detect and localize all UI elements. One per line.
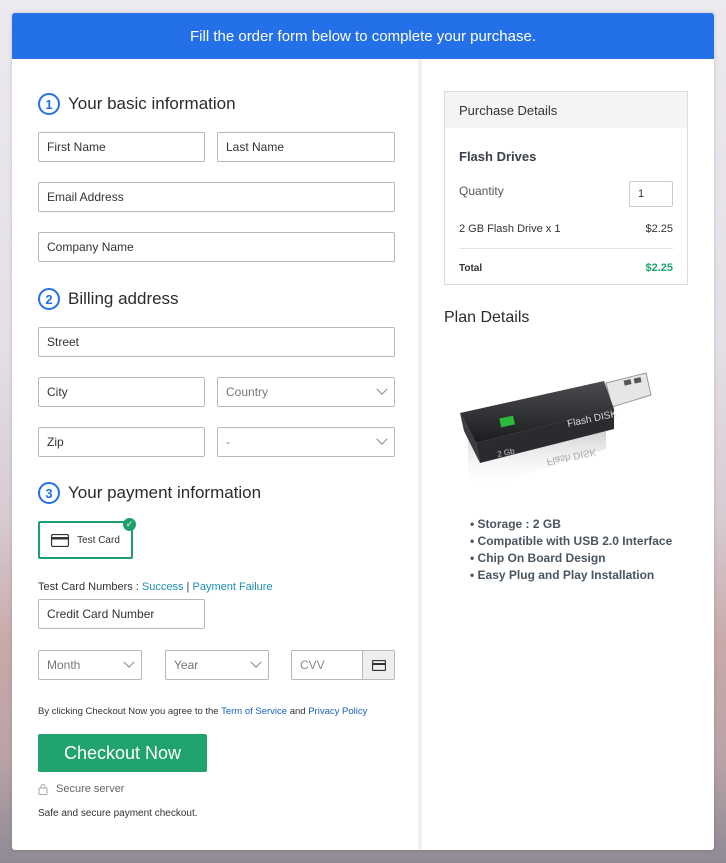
state-select-value: - <box>226 435 230 449</box>
line-item-label: 2 GB Flash Drive x 1 <box>459 223 561 235</box>
feature-item: Compatible with USB 2.0 Interface <box>470 534 673 551</box>
credit-card-icon <box>371 659 386 671</box>
purchase-details-header: Purchase Details <box>445 92 687 128</box>
month-select-value: Month <box>47 658 81 672</box>
last-name-input[interactable]: Last Name <box>217 132 395 162</box>
step-number: 1 <box>38 93 60 115</box>
year-select-value: Year <box>174 658 199 672</box>
checkout-button[interactable]: Checkout Now <box>38 734 207 772</box>
country-select[interactable]: Country <box>217 377 395 407</box>
terms-text: By clicking Checkout Now you agree to th… <box>38 706 367 717</box>
plan-details-title: Plan Details <box>444 309 530 326</box>
step-number: 2 <box>38 288 60 310</box>
chevron-down-icon <box>376 383 388 395</box>
secure-server: Secure server <box>38 783 124 795</box>
secure-note: Safe and secure payment checkout. <box>38 808 198 819</box>
first-name-input[interactable]: First Name <box>38 132 205 162</box>
cvv-input[interactable]: CVV <box>291 650 395 680</box>
payment-failure-link[interactable]: Payment Failure <box>192 581 272 593</box>
chevron-down-icon <box>376 433 388 445</box>
chevron-down-icon <box>123 656 135 668</box>
terms-prefix: By clicking Checkout Now you agree to th… <box>38 706 222 717</box>
chevron-down-icon <box>250 656 262 668</box>
summary-panel: Purchase Details Flash Drives Quantity 1… <box>426 59 714 850</box>
section-payment: 3 Your payment information <box>38 482 261 504</box>
section-billing: 2 Billing address <box>38 288 179 310</box>
order-form: 1 Your basic information First Name Last… <box>12 59 422 850</box>
test-card-option[interactable]: Test Card ✓ <box>38 518 136 559</box>
zip-input[interactable]: Zip <box>38 427 205 457</box>
test-card-label: Test Card <box>77 534 120 546</box>
terms-and: and <box>287 706 309 717</box>
section-title: Your basic information <box>68 94 236 113</box>
cvv-placeholder: CVV <box>300 658 325 672</box>
line-item-price: $2.25 <box>645 223 673 235</box>
email-input[interactable]: Email Address <box>38 182 395 212</box>
total-value: $2.25 <box>645 262 673 274</box>
card-number-input[interactable]: Credit Card Number <box>38 599 205 629</box>
quantity-input[interactable]: 1 <box>629 181 673 207</box>
secure-server-label: Secure server <box>56 783 125 795</box>
street-input[interactable]: Street <box>38 327 395 357</box>
state-select[interactable]: - <box>217 427 395 457</box>
privacy-policy-link[interactable]: Privacy Policy <box>308 706 367 717</box>
test-card-numbers: Test Card Numbers : Success | Payment Fa… <box>38 581 273 593</box>
plan-features: Storage : 2 GB Compatible with USB 2.0 I… <box>470 517 673 585</box>
checkmark-icon: ✓ <box>123 518 136 531</box>
credit-card-icon <box>51 533 70 547</box>
terms-of-service-link[interactable]: Term of Service <box>221 706 287 717</box>
header-banner: Fill the order form below to complete yo… <box>12 13 714 59</box>
divider <box>459 248 673 249</box>
feature-item: Storage : 2 GB <box>470 517 672 534</box>
feature-item: Easy Plug and Play Installation <box>470 568 672 585</box>
year-select[interactable]: Year <box>165 650 269 680</box>
city-input[interactable]: City <box>38 377 205 407</box>
country-select-value: Country <box>226 385 269 399</box>
company-input[interactable]: Company Name <box>38 232 395 262</box>
quantity-label: Quantity <box>459 184 504 198</box>
section-title: Your payment information <box>68 483 262 502</box>
purchase-details: Purchase Details Flash Drives Quantity 1… <box>444 91 688 285</box>
flash-drive-image: Flash DISK Flash DISK 2 Gb <box>460 372 652 491</box>
step-number: 3 <box>38 482 60 504</box>
cvv-card-button[interactable] <box>362 651 394 679</box>
success-link[interactable]: Success <box>142 581 184 593</box>
month-select[interactable]: Month <box>38 650 142 680</box>
total-label: Total <box>459 263 483 274</box>
product-name: Flash Drives <box>459 149 537 164</box>
section-basic-info: 1 Your basic information <box>38 93 236 115</box>
order-card: Fill the order form below to complete yo… <box>12 13 714 850</box>
section-title: Billing address <box>68 289 179 308</box>
test-numbers-label: Test Card Numbers : <box>38 581 142 593</box>
lock-icon <box>38 784 48 795</box>
feature-item: Chip On Board Design <box>470 551 672 568</box>
